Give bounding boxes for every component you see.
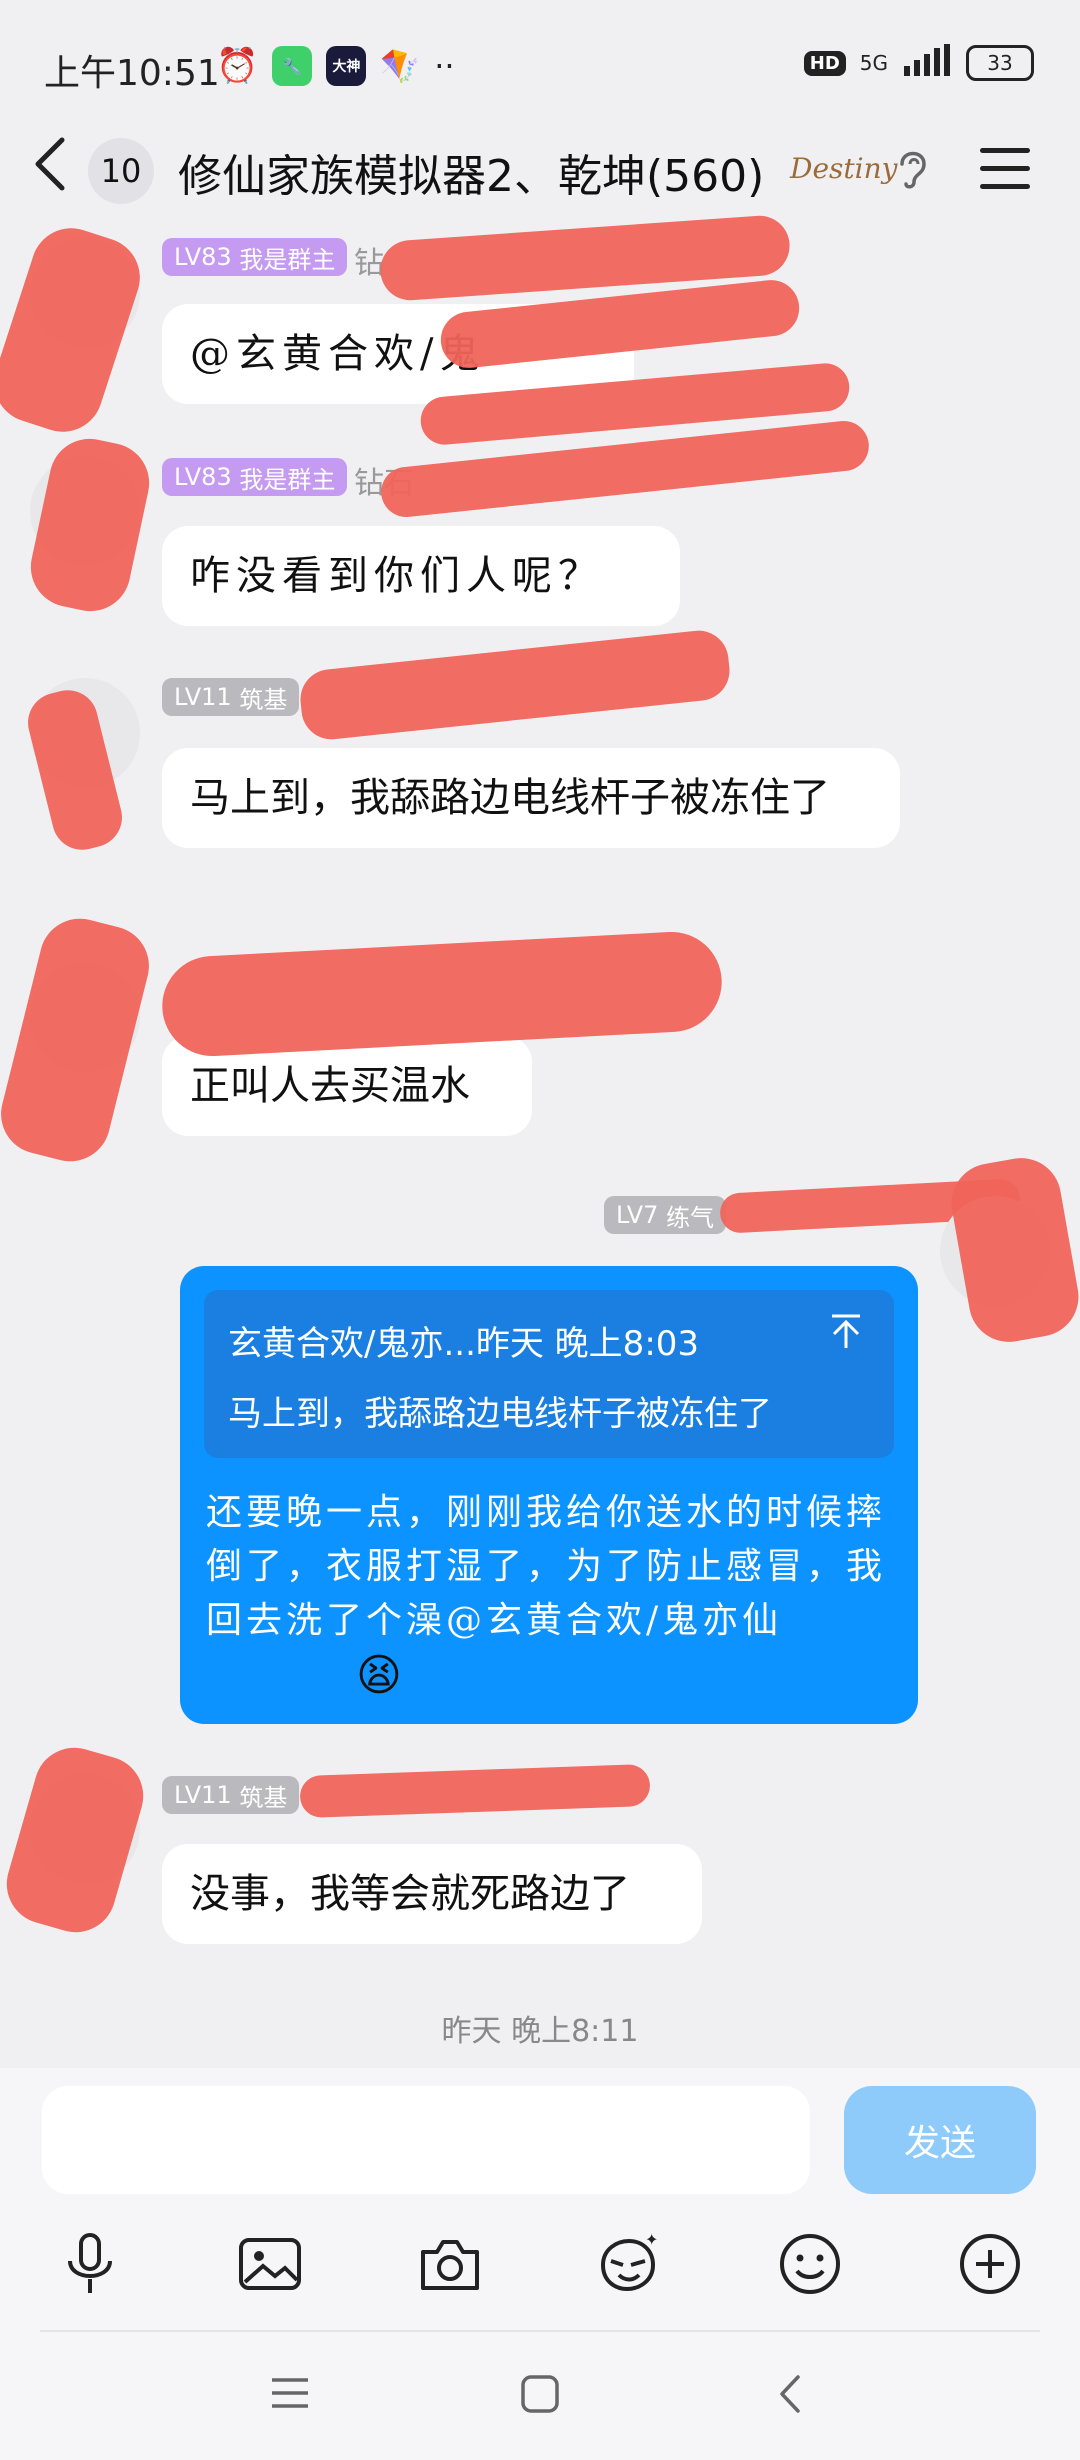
level-label: LV11 <box>174 683 232 711</box>
role-label: 筑基 <box>239 685 288 714</box>
signal-icon <box>902 44 952 82</box>
back-arrow-icon[interactable] <box>30 134 70 209</box>
status-right: HD 5G 33 <box>803 44 1034 82</box>
home-icon[interactable] <box>520 2374 560 2418</box>
unread-count-badge[interactable]: 10 <box>88 138 154 204</box>
member-level-badge: LV11 筑基 <box>162 678 300 716</box>
emoji-icon[interactable] <box>770 2224 850 2304</box>
message-timestamp: 昨天 晚上8:11 <box>441 2014 639 2049</box>
battery-level: 33 <box>987 51 1013 75</box>
message-input[interactable] <box>42 2086 810 2194</box>
svg-text:✦: ✦ <box>645 2231 658 2249</box>
hd-badge: HD <box>803 50 846 76</box>
level-label: LV83 <box>174 463 232 491</box>
redaction-scribble <box>0 1738 153 1942</box>
send-button[interactable]: 发送 <box>844 2086 1036 2194</box>
network-label: 5G <box>859 51 888 75</box>
message-bubble[interactable]: 马上到，我舔路边电线杆子被冻住了 <box>162 748 900 848</box>
level-label: LV83 <box>174 243 232 271</box>
status-bar: 上午10:51 ⏰ 🔧 大神 🪁 ·· HD 5G 33 <box>0 0 1080 130</box>
menu-icon[interactable] <box>980 148 1030 202</box>
redaction-scribble <box>299 1763 651 1819</box>
redaction-scribble <box>945 1151 1080 1349</box>
redaction-scribble <box>23 431 157 619</box>
dashen-app-icon: 大神 <box>326 46 367 86</box>
role-label: 练气 <box>666 1203 715 1232</box>
level-label: LV11 <box>174 1781 232 1809</box>
redaction-scribble <box>297 627 733 743</box>
battery-icon: 33 <box>966 45 1034 81</box>
recent-apps-icon[interactable] <box>270 2376 310 2414</box>
role-label: 筑基 <box>239 1783 288 1812</box>
status-time: 上午10:51 <box>44 53 220 94</box>
message-bubble[interactable]: 咋没看到你们人呢？ <box>162 526 680 626</box>
nav-back-icon[interactable] <box>778 2374 802 2418</box>
sleepy-emoji-icon: 😫 <box>356 1650 402 1701</box>
plus-icon[interactable] <box>950 2224 1030 2304</box>
redaction-scribble <box>0 217 151 443</box>
role-label: 我是群主 <box>239 465 336 494</box>
member-level-badge: LV11 筑基 <box>162 1776 300 1814</box>
divider <box>40 2330 1040 2332</box>
member-level-badge: LV83 我是群主 <box>162 458 348 496</box>
status-app-icons: ⏰ 🔧 大神 🪁 ·· <box>216 46 455 86</box>
own-message-text: 还要晚一点，刚刚我给你送水的时候摔倒了，衣服打湿了，为了防止感冒，我回去洗了个澡… <box>206 1492 887 1641</box>
ear-icon[interactable] <box>894 146 930 200</box>
redaction-scribble <box>159 929 725 1059</box>
message-bubble[interactable]: 没事，我等会就死路边了 <box>162 1844 702 1944</box>
sender-name: 钻 <box>354 246 384 281</box>
wrench-app-icon: 🔧 <box>272 46 313 86</box>
member-level-badge: LV83 我是群主 <box>162 238 348 276</box>
pinwheel-icon: 🪁 <box>380 47 421 85</box>
microphone-icon[interactable] <box>50 2224 130 2304</box>
alarm-icon: ⏰ <box>216 46 259 86</box>
camera-icon[interactable] <box>410 2224 490 2304</box>
sticker-icon[interactable]: ✦ <box>588 2224 668 2304</box>
quote-text: 马上到，我舔路边电线杆子被冻住了 <box>228 1394 772 1434</box>
member-level-badge: LV7 练气 <box>604 1196 727 1234</box>
jump-to-top-icon[interactable] <box>826 1312 866 1356</box>
more-dots-icon: ·· <box>434 47 455 85</box>
group-title[interactable]: 修仙家族模拟器2、乾坤(560) <box>178 140 764 204</box>
quote-header: 玄黄合欢/鬼亦...昨天 晚上8:03 <box>228 1324 700 1364</box>
image-icon[interactable] <box>230 2224 310 2304</box>
role-label: 我是群主 <box>239 245 336 274</box>
level-label: LV7 <box>616 1201 659 1229</box>
destiny-logo-icon: Destiny <box>790 152 898 185</box>
